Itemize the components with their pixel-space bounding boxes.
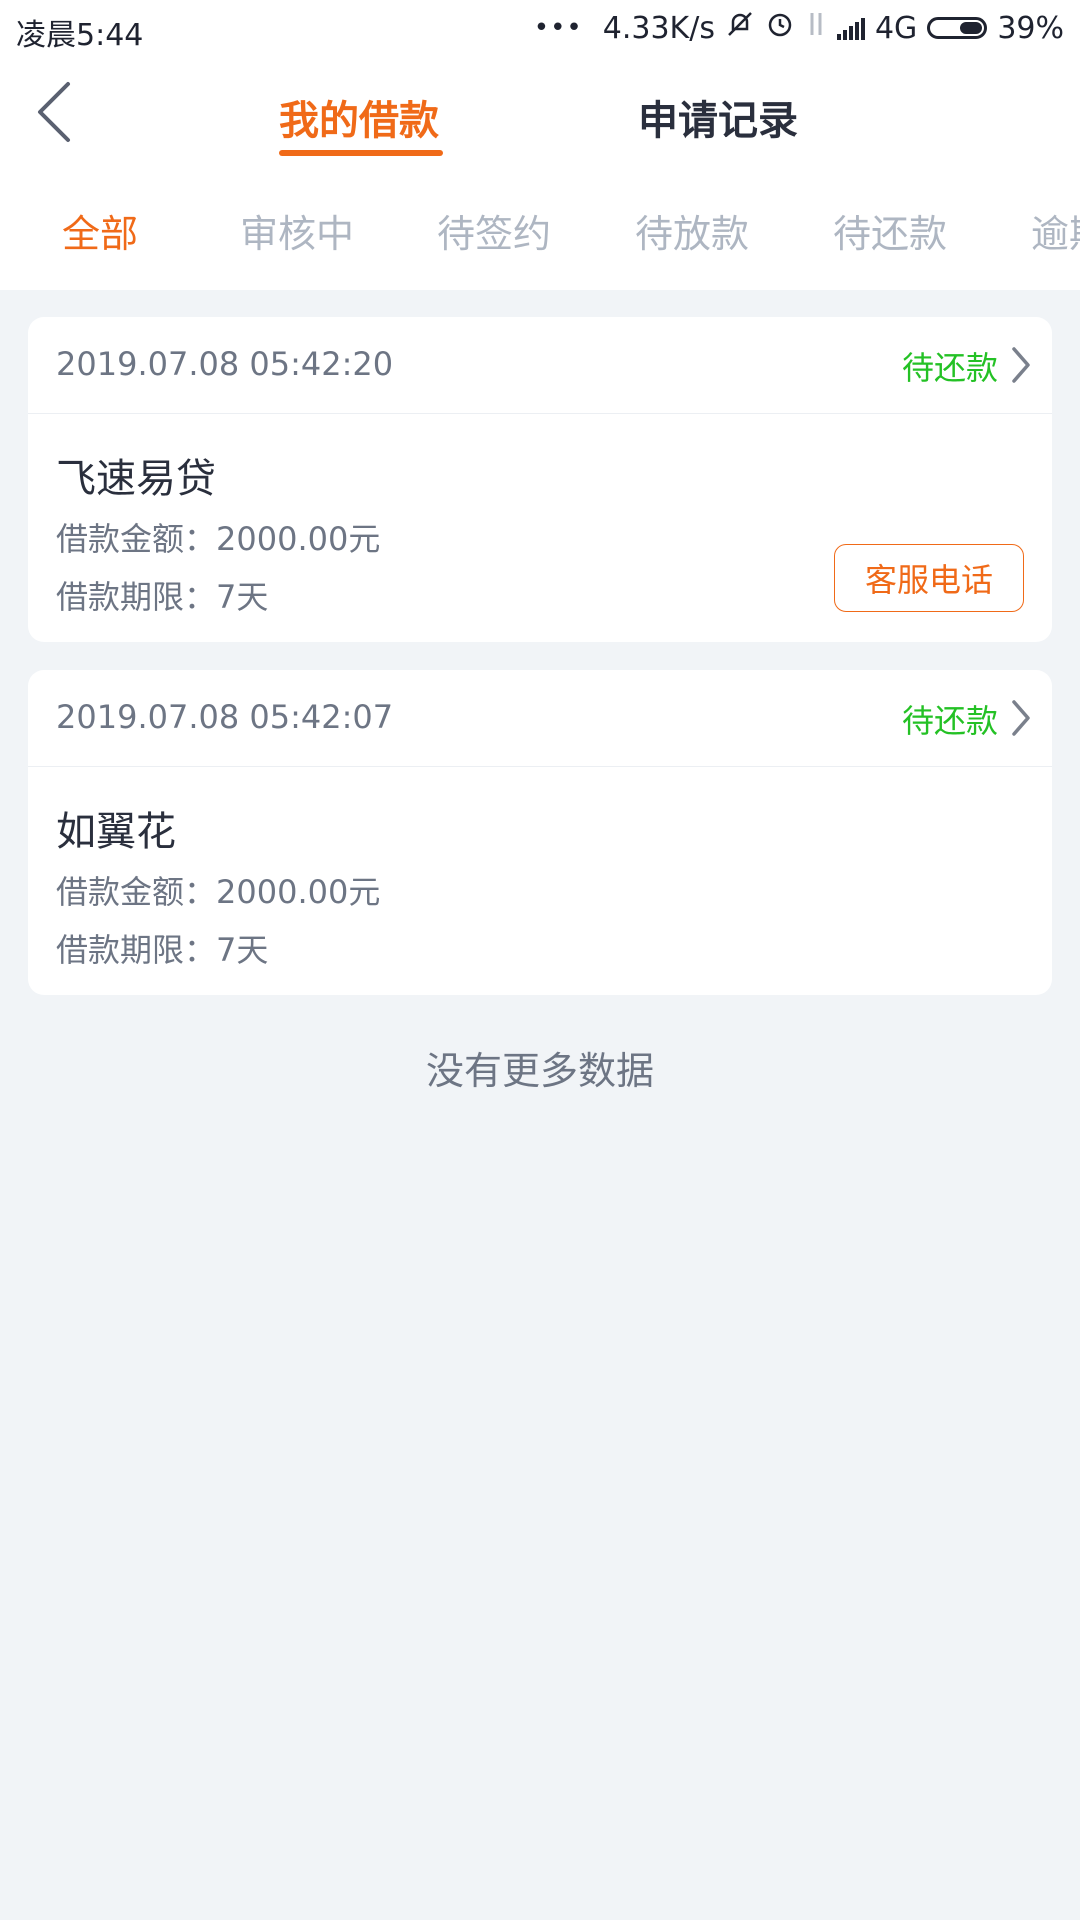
header: 我的借款 申请记录 全部 审核中 待签约 待放款 待还款 逾期 <box>0 58 1080 290</box>
network-type: 4G <box>874 10 918 46</box>
mute-bell-icon <box>725 9 755 47</box>
loan-date: 2019.07.08 05:42:20 <box>56 345 394 383</box>
filter-overdue[interactable]: 逾期 <box>1031 203 1080 258</box>
data-transfer-icon <box>805 9 827 47</box>
loan-status: 待还款 <box>901 349 998 387</box>
status-time: 凌晨5:44 <box>16 18 144 53</box>
loan-amount: 借款金额：2000.00元 <box>56 520 381 558</box>
filter-to-repay[interactable]: 待还款 <box>833 203 947 258</box>
network-speed: 4.33K/s <box>602 10 715 46</box>
loan-date: 2019.07.08 05:42:07 <box>56 698 394 736</box>
loan-amount: 借款金额：2000.00元 <box>56 873 381 911</box>
loan-term: 借款期限：7天 <box>56 931 269 969</box>
status-filter-bar: 全部 审核中 待签约 待放款 待还款 逾期 <box>0 203 1080 263</box>
loan-card[interactable]: 2019.07.08 05:42:20 待还款 飞速易贷 借款金额：2000.0… <box>28 317 1052 642</box>
battery-percent: 39% <box>997 10 1064 46</box>
back-arrow-icon <box>38 82 70 142</box>
filter-to-disburse[interactable]: 待放款 <box>635 203 749 258</box>
alarm-icon <box>765 9 795 47</box>
loan-status: 待还款 <box>901 702 998 740</box>
chevron-right-icon <box>1012 347 1030 383</box>
tab-indicator <box>279 150 443 156</box>
loan-product-name: 如翼花 <box>56 809 176 855</box>
signal-icon <box>836 16 865 40</box>
tab-my-loans[interactable]: 我的借款 <box>279 88 439 146</box>
more-dots-icon: ••• <box>533 13 583 43</box>
tab-application-records[interactable]: 申请记录 <box>638 88 798 146</box>
status-icons: ••• 4.33K/s 4G 39% <box>534 8 1064 48</box>
filter-under-review[interactable]: 审核中 <box>240 203 354 258</box>
status-bar: 凌晨5:44 ••• 4.33K/s 4G 39% <box>0 0 1080 58</box>
loan-card-header[interactable]: 2019.07.08 05:42:20 待还款 <box>28 317 1052 414</box>
filter-to-sign[interactable]: 待签约 <box>437 203 551 258</box>
back-button[interactable] <box>28 76 88 148</box>
chevron-right-icon <box>1012 700 1030 736</box>
filter-all[interactable]: 全部 <box>62 203 138 258</box>
loan-card-header[interactable]: 2019.07.08 05:42:07 待还款 <box>28 670 1052 767</box>
loan-term: 借款期限：7天 <box>56 578 269 616</box>
customer-service-button[interactable]: 客服电话 <box>834 544 1024 612</box>
battery-icon <box>927 17 988 39</box>
no-more-data-label: 没有更多数据 <box>425 1049 654 1093</box>
loan-card[interactable]: 2019.07.08 05:42:07 待还款 如翼花 借款金额：2000.00… <box>28 670 1052 995</box>
loan-product-name: 飞速易贷 <box>56 456 216 502</box>
